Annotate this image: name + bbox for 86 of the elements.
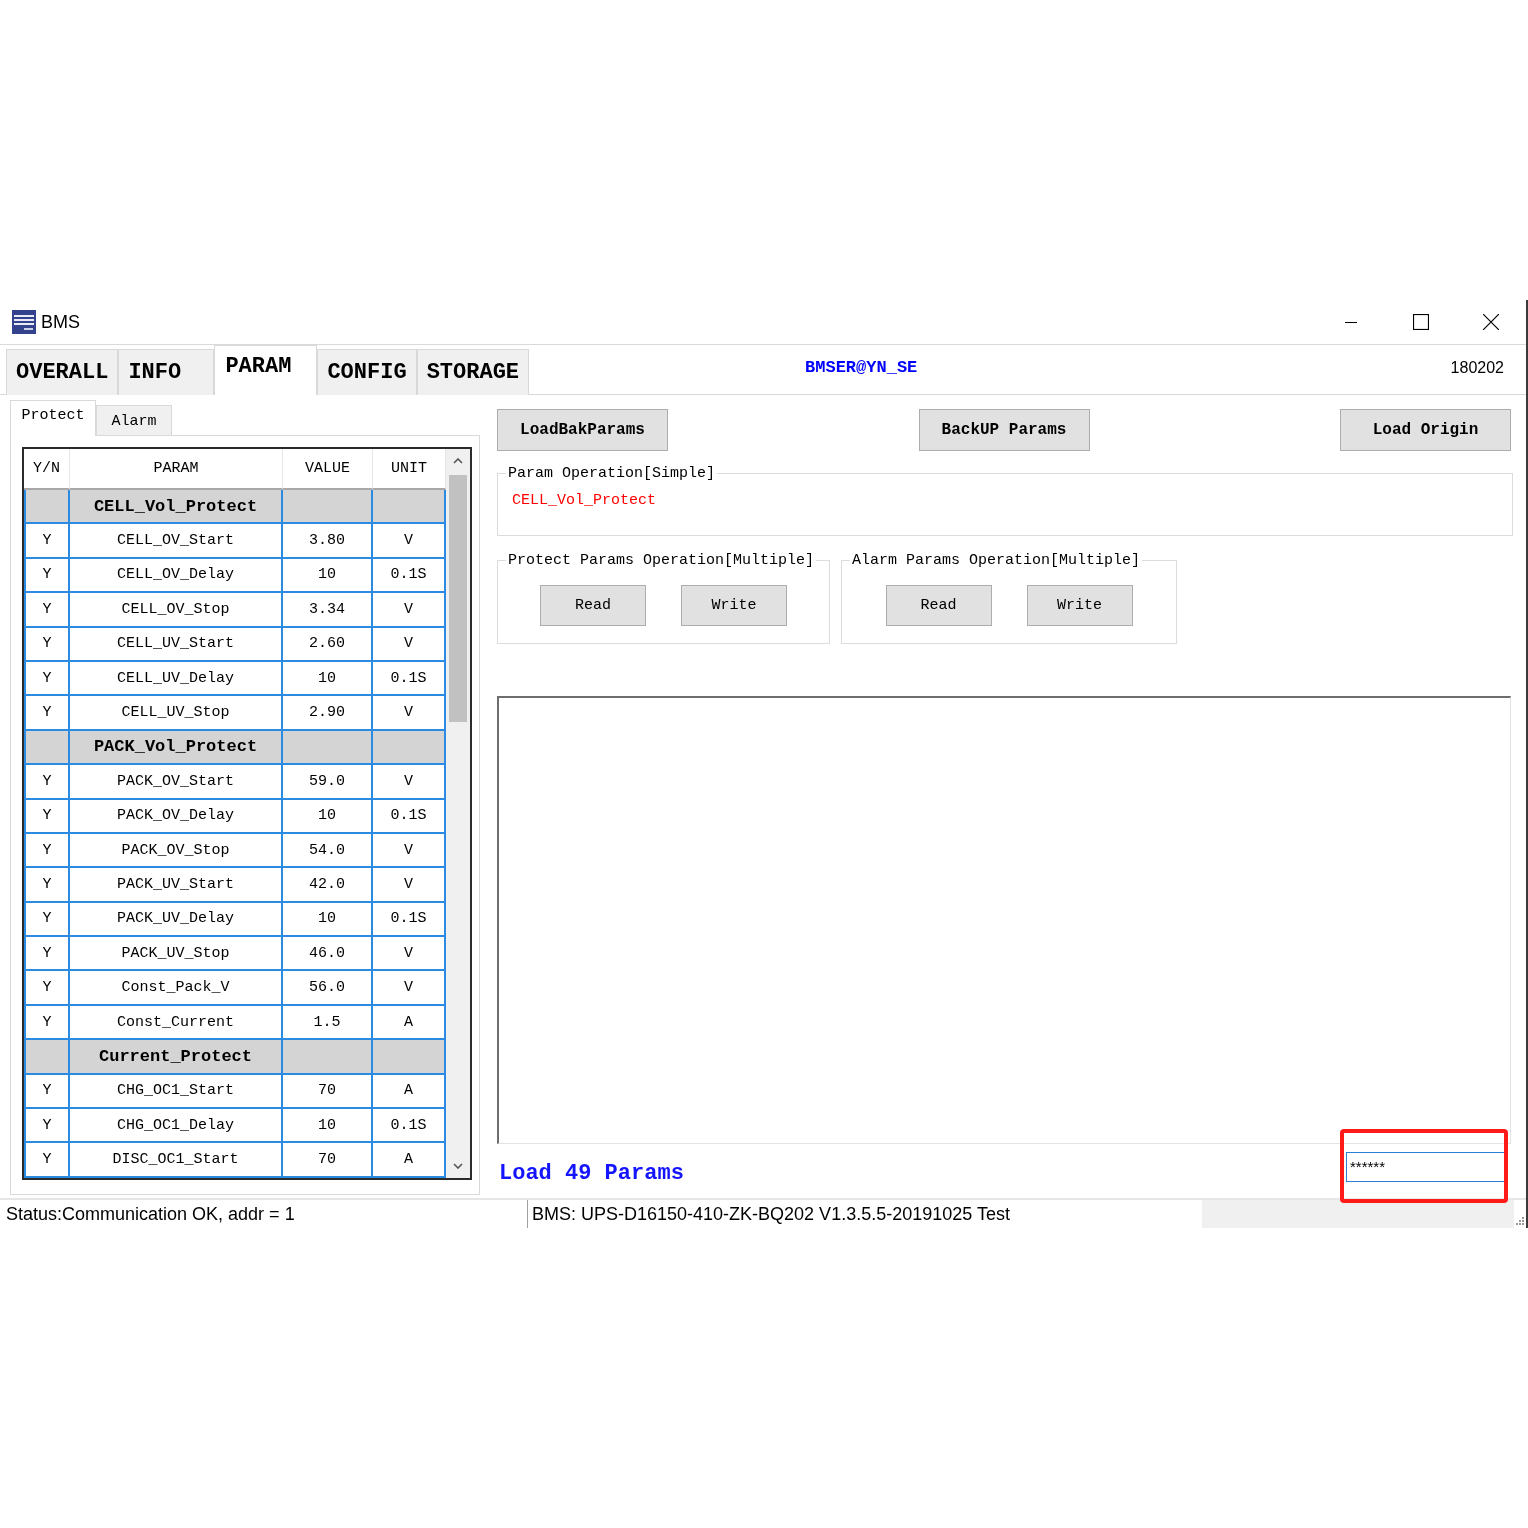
minimize-icon [1343, 321, 1359, 323]
table-cell: CELL_OV_Stop [70, 593, 283, 628]
output-text-area[interactable] [497, 696, 1511, 1144]
group-title: PACK_Vol_Protect [70, 730, 283, 766]
tab[interactable]: OVERALL [6, 349, 119, 395]
column-header[interactable]: PARAM [70, 449, 283, 490]
maximize-icon [1413, 314, 1429, 330]
table-cell: PACK_OV_Start [70, 765, 283, 800]
app-logo-icon [12, 310, 36, 334]
table-cell: 42.0 [283, 868, 373, 903]
tab[interactable]: PARAM [214, 345, 318, 395]
table-cell: DISC_OC1_Start [70, 1143, 283, 1178]
sub-tab[interactable]: Alarm [96, 405, 172, 436]
group-title: Alarm Params Operation[Multiple] [851, 552, 1142, 569]
table-cell: Y [24, 868, 70, 903]
table-cell: Y [24, 902, 70, 938]
action-button[interactable]: LoadBakParams [497, 409, 668, 451]
table-cell: Y [24, 765, 70, 800]
column-header[interactable]: Y/N [24, 449, 70, 490]
table-cell: Y [24, 1143, 70, 1178]
table-cell: 10 [283, 1109, 373, 1144]
tab[interactable]: INFO [118, 349, 215, 395]
table-cell: CELL_UV_Delay [70, 661, 283, 697]
group-title: Current_Protect [70, 1040, 283, 1075]
operation-button[interactable]: Read [540, 585, 646, 626]
group-title: CELL_Vol_Protect [70, 490, 283, 525]
chevron-down-icon[interactable] [453, 1163, 463, 1169]
group-title: Protect Params Operation[Multiple] [507, 552, 816, 569]
sub-tab[interactable]: Protect [10, 400, 96, 436]
table-cell: 10 [283, 799, 373, 834]
table-cell: 54.0 [283, 833, 373, 869]
table-cell: PACK_UV_Start [70, 868, 283, 903]
current-param-label: CELL_Vol_Protect [512, 492, 657, 509]
table-cell: Y [24, 1109, 70, 1144]
column-header[interactable]: UNIT [373, 449, 446, 490]
table-cell: CHG_OC1_Delay [70, 1109, 283, 1144]
table-cell: 10 [283, 902, 373, 938]
table-cell: Y [24, 937, 70, 972]
table-cell: PACK_UV_Delay [70, 902, 283, 938]
device-label: BMSER@YN_SE [805, 358, 918, 377]
table-cell: Y [24, 558, 70, 594]
password-field[interactable]: ****** [1346, 1152, 1505, 1182]
scrollbar[interactable] [446, 449, 470, 1178]
table-cell: Y [24, 593, 70, 628]
table-cell: Y [24, 661, 70, 697]
table-cell: 3.80 [283, 524, 373, 559]
table-cell: 10 [283, 558, 373, 594]
table-cell: 59.0 [283, 765, 373, 800]
window-title: BMS [41, 311, 80, 333]
action-button[interactable]: Load Origin [1340, 409, 1511, 451]
table-cell: CELL_OV_Delay [70, 558, 283, 594]
table-cell: Y [24, 833, 70, 869]
close-icon [1483, 314, 1499, 330]
scrollbar-thumb[interactable] [449, 475, 467, 722]
table-cell: Y [24, 971, 70, 1006]
table-cell: 56.0 [283, 971, 373, 1006]
operation-button[interactable]: Write [681, 585, 787, 626]
table-cell: 70 [283, 1074, 373, 1110]
tab[interactable]: CONFIG [317, 349, 417, 395]
table-cell: PACK_OV_Delay [70, 799, 283, 834]
table-cell: Y [24, 799, 70, 834]
tab[interactable]: STORAGE [416, 349, 530, 395]
table-cell: Y [24, 1074, 70, 1110]
chevron-up-icon[interactable] [453, 458, 463, 464]
group-title: Param Operation[Simple] [507, 465, 717, 482]
table-cell: 10 [283, 661, 373, 697]
load-status-text: Load 49 Params [499, 1161, 684, 1186]
action-button[interactable]: BackUP Params [918, 409, 1090, 451]
resize-grip-icon[interactable] [1516, 1217, 1524, 1225]
table-cell: CELL_UV_Start [70, 627, 283, 662]
table-cell: 70 [283, 1143, 373, 1178]
status-text: Status:Communication OK, addr = 1 [5, 1202, 296, 1226]
operation-button[interactable]: Read [885, 585, 992, 626]
table-cell: PACK_UV_Stop [70, 937, 283, 972]
table-cell: 2.60 [283, 627, 373, 662]
column-header[interactable]: VALUE [283, 449, 373, 490]
table-cell: Const_Pack_V [70, 971, 283, 1006]
table-cell: Y [24, 524, 70, 559]
table-cell: Y [24, 627, 70, 662]
table-cell: 3.34 [283, 593, 373, 628]
table-cell: CELL_OV_Start [70, 524, 283, 559]
table-cell: CHG_OC1_Start [70, 1074, 283, 1110]
table-cell: PACK_OV_Stop [70, 833, 283, 869]
code-label: 180202 [1450, 358, 1504, 377]
operation-button[interactable]: Write [1026, 585, 1133, 626]
table-cell: 46.0 [283, 937, 373, 972]
